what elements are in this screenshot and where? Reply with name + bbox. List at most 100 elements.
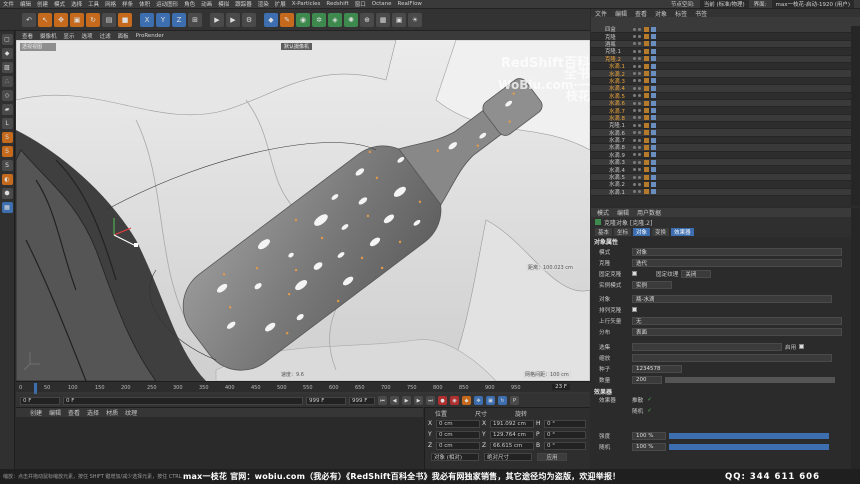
scale-field[interactable] (632, 353, 832, 362)
subdivision-icon[interactable]: ◉ (296, 12, 310, 27)
fix-clone-checkbox[interactable] (632, 271, 637, 276)
z-axis-icon[interactable]: Z (172, 12, 186, 27)
random-slider[interactable] (669, 443, 829, 450)
menu-item[interactable]: 运动图形 (156, 0, 178, 8)
mat-menu-item[interactable]: 材质 (106, 408, 118, 417)
visibility-dot-icon[interactable] (638, 79, 641, 83)
tag-icon[interactable] (644, 130, 649, 136)
camera-icon[interactable]: ▣ (392, 12, 406, 27)
visibility-dot-icon[interactable] (638, 153, 641, 157)
enable-checkbox[interactable] (799, 344, 805, 349)
vp-menu-item[interactable]: ProRender (136, 33, 164, 39)
attr-menu-item[interactable]: 编辑 (617, 208, 629, 217)
visibility-dot-icon[interactable] (638, 160, 641, 164)
menu-item[interactable]: 体积 (139, 0, 150, 8)
menu-item[interactable]: 角色 (184, 0, 195, 8)
tag-icon[interactable] (651, 100, 656, 106)
visibility-dot-icon[interactable] (633, 145, 636, 149)
tag-icon[interactable] (651, 78, 656, 84)
tag-icon[interactable] (651, 107, 656, 113)
menu-item[interactable]: 跟踪器 (235, 0, 252, 8)
visibility-dot-icon[interactable] (633, 79, 636, 83)
keyframe-icon[interactable]: ◆ (462, 396, 471, 405)
points-mode-icon[interactable]: ∴ (1, 76, 13, 87)
tag-icon[interactable] (644, 107, 649, 113)
tag-icon[interactable] (644, 63, 649, 69)
go-end-icon[interactable]: ⏭ (426, 396, 435, 405)
rot-key-icon[interactable]: ↻ (498, 396, 507, 405)
world-coords-icon[interactable]: ⊞ (188, 12, 202, 27)
make-editable-icon[interactable]: ▢ (1, 34, 13, 45)
tag-icon[interactable] (651, 130, 656, 136)
interface-dropdown[interactable]: max一枝花-启动-1920 (用户) (771, 0, 854, 8)
tag-icon[interactable] (644, 93, 649, 99)
attr-menu-item[interactable]: 模式 (597, 208, 609, 217)
next-key-icon[interactable]: ▶ (414, 396, 423, 405)
tag-icon[interactable] (651, 48, 656, 54)
tag-icon[interactable] (644, 189, 649, 195)
tag-icon[interactable] (644, 159, 649, 165)
tag-icon[interactable] (651, 122, 656, 128)
tag-icon[interactable] (651, 93, 656, 99)
menu-item[interactable]: X-Particles (292, 1, 321, 7)
tag-icon[interactable] (644, 26, 649, 32)
menu-item[interactable]: 文件 (3, 0, 14, 8)
random-field[interactable]: 100 % (632, 442, 666, 451)
visibility-dot-icon[interactable] (633, 168, 636, 172)
preview-start-field[interactable]: 0 F (63, 396, 303, 405)
visibility-dot-icon[interactable] (633, 123, 636, 127)
menu-item[interactable]: 编辑 (20, 0, 31, 8)
vp-menu-item[interactable]: 选项 (82, 32, 93, 40)
distribution-dropdown[interactable]: 表面 (632, 327, 842, 336)
tag-icon[interactable] (644, 122, 649, 128)
weight-field[interactable]: 100 % (632, 431, 666, 440)
move-icon[interactable]: ✥ (54, 12, 68, 27)
menu-item[interactable]: 扩展 (275, 0, 286, 8)
prev-key-icon[interactable]: ◀ (390, 396, 399, 405)
tag-icon[interactable] (651, 189, 656, 195)
tag-icon[interactable] (651, 41, 656, 47)
clone-dropdown[interactable]: 迭代 (632, 258, 842, 267)
tag-icon[interactable] (644, 48, 649, 54)
effector-item[interactable]: 随机 ✓ (632, 407, 652, 415)
vp-menu-item[interactable]: 过滤 (100, 32, 111, 40)
model-mode-icon[interactable]: ◆ (1, 48, 13, 59)
end-frame-field[interactable]: 999 F (349, 396, 375, 405)
tag-icon[interactable] (651, 181, 656, 187)
visibility-dot-icon[interactable] (633, 86, 636, 90)
selection-field[interactable] (632, 342, 782, 351)
timeline-ruler[interactable]: 0 50 100 150 200 250 300 350 400 450 500 550 600… (16, 381, 590, 394)
menu-item[interactable]: 窗口 (355, 0, 366, 8)
visibility-dot-icon[interactable] (638, 94, 641, 98)
rot-p-field[interactable]: 0 ° (544, 430, 586, 439)
cube-icon[interactable]: ◆ (264, 12, 278, 27)
current-frame[interactable]: 23 F (552, 384, 570, 390)
scale-icon[interactable]: ▣ (70, 12, 84, 27)
tag-icon[interactable] (644, 174, 649, 180)
record-icon[interactable]: ● (438, 396, 447, 405)
visibility-dot-icon[interactable] (638, 190, 641, 194)
mat-menu-item[interactable]: 查看 (68, 408, 80, 417)
tag-icon[interactable] (644, 181, 649, 187)
visibility-dot-icon[interactable] (638, 42, 641, 46)
size-x-field[interactable]: 191.092 cm (490, 419, 534, 428)
cloner-icon[interactable]: ✲ (312, 12, 326, 27)
tag-icon[interactable] (644, 100, 649, 106)
preview-end-field[interactable]: 999 F (306, 396, 346, 405)
instance-mode-dropdown[interactable]: 实例 (632, 280, 672, 289)
menu-item[interactable]: Octane (372, 1, 392, 7)
menu-item[interactable]: 网格 (105, 0, 116, 8)
visibility-dot-icon[interactable] (633, 138, 636, 142)
pos-z-field[interactable]: 0 cm (436, 441, 480, 450)
mode-dropdown[interactable]: 对象 (632, 247, 842, 256)
tag-icon[interactable] (651, 71, 656, 77)
deformer-icon[interactable]: ◈ (328, 12, 342, 27)
autokey-icon[interactable]: ◉ (450, 396, 459, 405)
edges-mode-icon[interactable]: ◇ (1, 90, 13, 101)
visibility-dot-icon[interactable] (633, 49, 636, 53)
tag-icon[interactable] (651, 137, 656, 143)
start-frame-field[interactable]: 0 F (20, 396, 60, 405)
visibility-dot-icon[interactable] (638, 168, 641, 172)
tag-icon[interactable] (651, 34, 656, 40)
go-start-icon[interactable]: ⏮ (378, 396, 387, 405)
